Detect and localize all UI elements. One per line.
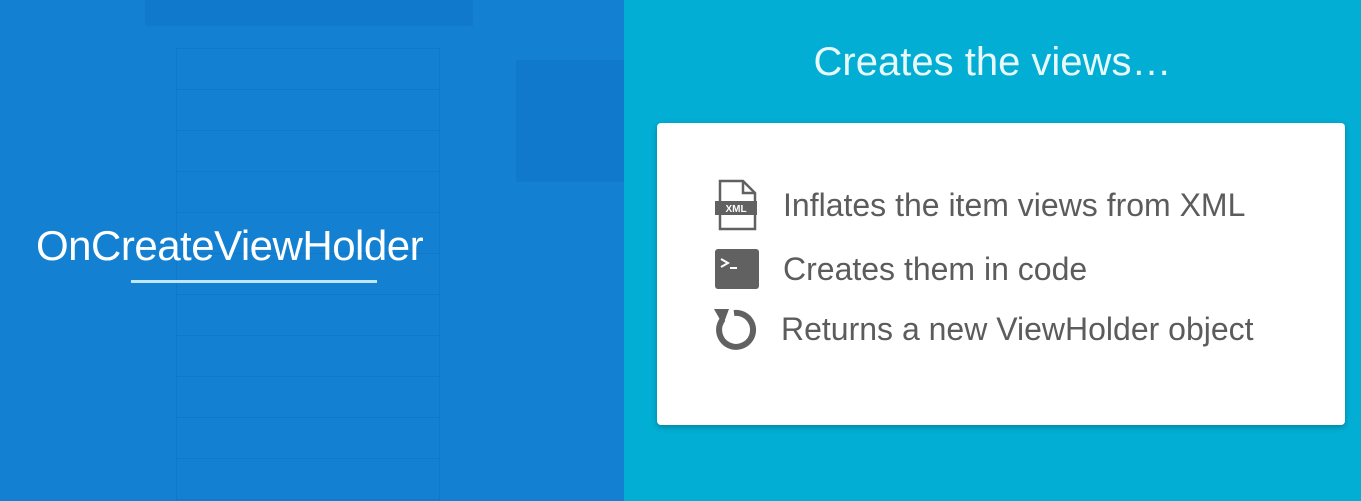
right-panel: Creates the views… XML Inflates the item… bbox=[624, 0, 1361, 501]
heading: Creates the views… bbox=[813, 40, 1172, 84]
method-title: OnCreateViewHolder bbox=[36, 222, 424, 269]
svg-text:XML: XML bbox=[725, 204, 746, 215]
title-underline bbox=[131, 280, 377, 283]
item-label: Returns a new ViewHolder object bbox=[781, 310, 1254, 347]
list-item: XML Inflates the item views from XML bbox=[711, 179, 1245, 231]
xml-file-icon: XML bbox=[715, 179, 757, 231]
refresh-icon bbox=[714, 309, 757, 350]
background-ghost-box bbox=[516, 60, 624, 182]
left-panel: OnCreateViewHolder bbox=[0, 0, 624, 501]
terminal-icon bbox=[715, 249, 759, 289]
item-label: Creates them in code bbox=[783, 250, 1088, 287]
background-ghost-list bbox=[176, 48, 440, 501]
background-ghost-bar bbox=[145, 0, 473, 26]
list-item: Creates them in code bbox=[711, 243, 1087, 295]
item-label: Inflates the item views from XML bbox=[783, 186, 1246, 223]
list-item: Returns a new ViewHolder object bbox=[709, 303, 1254, 355]
info-card: XML Inflates the item views from XML Cre… bbox=[657, 123, 1345, 425]
